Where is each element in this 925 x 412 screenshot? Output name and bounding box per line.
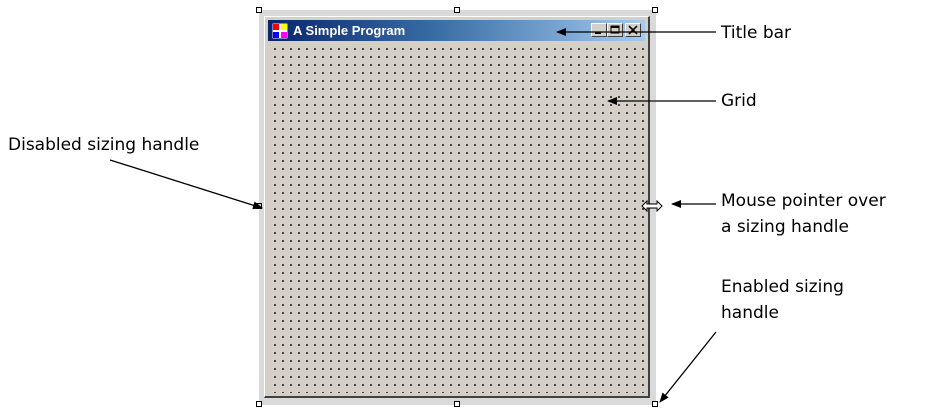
enabled-handle-arrow	[659, 331, 717, 403]
callout-enabled-handle-line2: handle	[721, 303, 779, 323]
callout-title-bar: Title bar	[721, 23, 792, 43]
callout-mouse-pointer-line1: Mouse pointer over	[721, 191, 886, 211]
disabled-handle-arrow	[109, 159, 263, 210]
callout-grid: Grid	[721, 91, 757, 111]
callout-disabled-handle: Disabled sizing handle	[8, 135, 200, 155]
callout-enabled-handle-line1: Enabled sizing	[721, 277, 844, 297]
callout-mouse-pointer-line2: a sizing handle	[721, 217, 849, 237]
